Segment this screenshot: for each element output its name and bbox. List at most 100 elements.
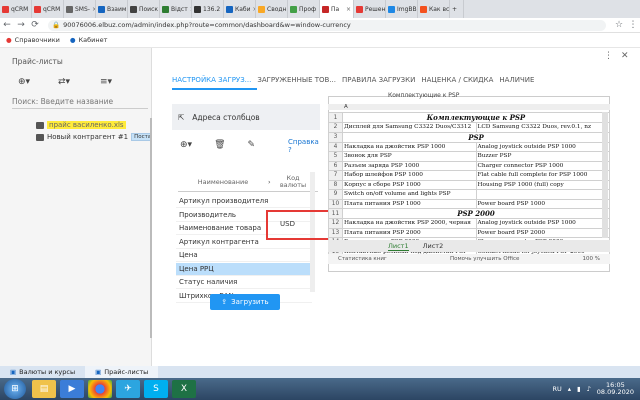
refresh-icon[interactable]: ⇄▾ — [58, 77, 70, 87]
add-icon[interactable]: ⊕▾ — [18, 77, 30, 87]
browser-tab[interactable]: Проф× — [288, 0, 320, 18]
description-cell[interactable]: LCD Samsung C3322 Duos, rev.0.1, nz — [475, 122, 610, 133]
skype-icon[interactable]: S — [144, 380, 168, 398]
add-column-icon[interactable]: ⊕▾ — [180, 140, 192, 150]
back-arrow-icon[interactable]: ← — [0, 20, 14, 30]
tree-item-label: Новый контрагент #1 — [47, 133, 129, 141]
settings-tabs: НАСТРОЙКА ЗАГРУЗ... ЗАГРУЖЕННЫЕ ТОВ... П… — [172, 76, 540, 90]
tab-availability[interactable]: НАЛИЧИЕ — [499, 76, 540, 90]
browser-tab[interactable]: Сводн× — [256, 0, 288, 18]
description-cell[interactable]: Analog joystick outside PSP 1000 — [475, 141, 610, 152]
language-indicator[interactable]: RU — [553, 385, 562, 393]
start-button[interactable]: ⊞ — [4, 379, 26, 399]
sheet-tab-1[interactable]: Лист1 — [388, 242, 409, 251]
column-mapping-row[interactable]: Статус наличия — [176, 276, 312, 289]
tray-arrow-icon[interactable]: ▴ — [568, 385, 571, 393]
tab-loaded-goods[interactable]: ЗАГРУЖЕННЫЕ ТОВ... — [257, 76, 342, 90]
browser-tab[interactable]: SMS-× — [64, 0, 96, 18]
name-cell[interactable]: Плата питания PSP 2000 — [342, 227, 477, 238]
load-button[interactable]: ⇪ Загрузить — [210, 294, 280, 310]
description-cell[interactable]: Power board PSP 1000 — [475, 198, 610, 209]
name-cell[interactable]: Звонок для PSP — [342, 151, 477, 162]
browser-tab[interactable]: 136.2× — [192, 0, 224, 18]
chrome-icon[interactable] — [88, 380, 112, 398]
delete-icon[interactable]: 🗑 — [214, 140, 225, 150]
description-cell[interactable]: Power board PSP 2000 — [475, 227, 610, 238]
network-icon[interactable]: ▮ — [577, 385, 581, 393]
menu-icon[interactable]: ≡▾ — [100, 77, 112, 87]
column-addresses-title: Адреса столбцов — [192, 112, 260, 122]
browser-tab[interactable]: qCRM× — [0, 0, 32, 18]
tree-item-price-file[interactable]: прайс василенко.xls — [36, 121, 126, 129]
help-link[interactable]: Справка ? — [288, 138, 319, 154]
reload-icon[interactable]: ⟳ — [28, 20, 42, 30]
name-column-header: Наименование — [197, 177, 249, 186]
new-tab-icon[interactable]: + — [450, 0, 464, 18]
status-mid[interactable]: Помочь улучшить Office — [450, 256, 519, 262]
section-title-cell[interactable]: Комплектующие к PSP — [342, 112, 610, 123]
sheet-row: 6 Разъем заряда PSP 1000 Charger connector… — [328, 160, 610, 171]
browser-tab[interactable]: Па × — [320, 0, 354, 18]
column-mapping-row[interactable]: Цена — [176, 249, 312, 262]
browser-tab[interactable]: Решен× — [354, 0, 386, 18]
close-icon[interactable]: ✕ — [621, 51, 629, 61]
browser-menu-icon[interactable]: ⋮ — [626, 20, 640, 30]
volume-icon[interactable]: ♪ — [587, 385, 591, 393]
browser-tab[interactable]: Как вс× — [418, 0, 450, 18]
column-mapping-row[interactable]: Артикул производителя — [176, 195, 312, 208]
media-player-icon[interactable]: ▶ — [60, 380, 84, 398]
description-cell[interactable]: Charger connector PSP 1000 — [475, 160, 610, 171]
window-pricelists[interactable]: ▣ Прайс-листы — [85, 366, 159, 378]
sheet-row: 3 PSP — [328, 131, 610, 143]
tab-favicon-icon — [66, 5, 73, 13]
sheet-tab-2[interactable]: Лист2 — [423, 242, 444, 250]
browser-tab[interactable]: Каби× — [224, 0, 256, 18]
column-toolbar: ⊕▾ 🗑 ✎ — [180, 140, 255, 150]
tab-load-settings[interactable]: НАСТРОЙКА ЗАГРУЗ... — [172, 76, 258, 90]
name-cell[interactable]: Накладка на джойстик PSP 1000 — [342, 141, 477, 152]
name-cell[interactable]: Дисплей для Samsung C3322 Duos/C3312 — [342, 122, 477, 133]
browser-tab[interactable]: Поиск× — [128, 0, 160, 18]
explorer-icon[interactable]: ▤ — [32, 380, 56, 398]
description-cell[interactable]: Buzzer PSP — [475, 151, 610, 162]
star-icon[interactable]: ☆ — [612, 20, 626, 30]
description-cell[interactable] — [475, 189, 610, 200]
window-currencies[interactable]: ▣ Валюты и курсы — [0, 366, 85, 378]
name-cell[interactable]: Корпус в сборе PSP 1000 — [342, 179, 477, 190]
clock[interactable]: 16:05 08.09.2020 — [597, 382, 634, 396]
section-title-cell[interactable]: PSP 2000 — [342, 208, 610, 219]
description-cell[interactable]: Analog joystick outside PSP 1000 — [475, 218, 610, 229]
description-cell[interactable]: Flat cable full complete for PSP 1000 — [475, 170, 610, 181]
bookmark-handbooks[interactable]: ● Справочники — [6, 36, 60, 44]
name-cell[interactable]: Плата питания PSP 1000 — [342, 198, 477, 209]
bookmark-cabinet[interactable]: ● Кабинет — [70, 36, 108, 44]
browser-tab[interactable]: ImgBB× — [386, 0, 418, 18]
name-cell[interactable]: Switch on/off volume and lights PSP — [342, 189, 477, 200]
browser-tab[interactable]: Відст× — [160, 0, 192, 18]
more-options-icon[interactable]: ⋮ — [604, 51, 613, 61]
sheet-scrollbar[interactable] — [602, 112, 608, 238]
browser-tab-label: Па — [331, 5, 340, 13]
telegram-icon[interactable]: ✈ — [116, 380, 140, 398]
pricelist-search-input[interactable]: Поиск: Введите название — [12, 97, 148, 106]
zoom-level[interactable]: 100 % — [583, 256, 600, 262]
browser-tab-label: Проф — [299, 5, 317, 13]
column-table-header: Наименование › Код валюты — [178, 172, 318, 192]
name-cell[interactable]: Набор шлейфов PSP 1000 — [342, 170, 477, 181]
tab-load-rules[interactable]: ПРАВИЛА ЗАГРУЗКИ — [342, 76, 421, 90]
browser-tab[interactable]: Взаим× — [96, 0, 128, 18]
tab-markup[interactable]: НАЦЕНКА / СКИДКА — [421, 76, 499, 90]
url-field[interactable]: 🔒 90076006.elbuz.com/admin/index.php?rou… — [48, 19, 606, 31]
forward-arrow-icon[interactable]: → — [14, 20, 28, 30]
excel-icon[interactable]: X — [172, 380, 196, 398]
column-mapping-row[interactable]: Цена РРЦ — [176, 262, 312, 276]
chevron-right-icon[interactable]: › — [268, 178, 278, 186]
tab-close-icon[interactable]: × — [346, 6, 351, 13]
description-cell[interactable]: Housing PSP 1000 (full) copy — [475, 179, 610, 190]
browser-tab[interactable]: qCRM× — [32, 0, 64, 18]
name-cell[interactable]: Разъем заряда PSP 1000 — [342, 160, 477, 171]
name-cell[interactable]: Накладка на джойстик PSP 2000, черная — [342, 218, 477, 229]
section-title-cell[interactable]: PSP — [342, 131, 610, 143]
row-number: 11 — [328, 208, 343, 219]
magic-wand-icon[interactable]: ✎ — [248, 140, 256, 150]
